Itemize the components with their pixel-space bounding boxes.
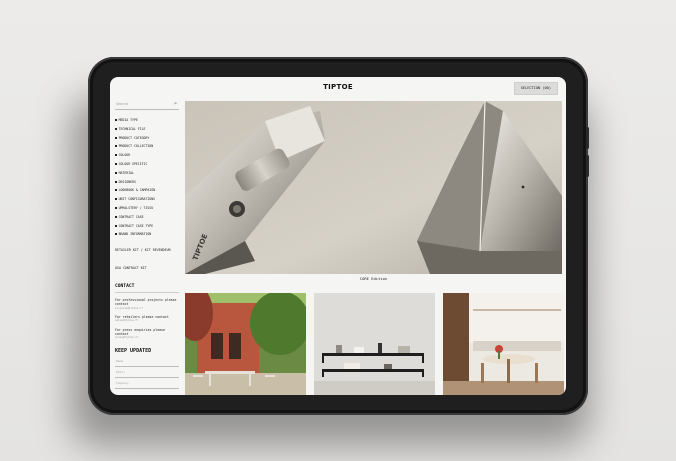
filter-item[interactable]: TECHNICAL FILE: [115, 125, 179, 134]
search-placeholder: Search: [116, 102, 129, 106]
contact-title: CONTACT: [115, 284, 135, 290]
tablet-device: TIPTOE SELECTION (00) Search ⌕ MEDIA TYP…: [88, 57, 589, 415]
volume-button: [586, 155, 589, 177]
bullet-icon: [115, 154, 117, 157]
newsletter-title: KEEP UPDATED: [115, 348, 152, 355]
divider: [115, 292, 179, 294]
filter-item[interactable]: COLOUR: [115, 151, 179, 160]
scene: TIPTOE SELECTION (00) Search ⌕ MEDIA TYP…: [0, 0, 676, 461]
filter-item[interactable]: CONTRACT CASE TYPE: [115, 222, 179, 231]
bullet-icon: [115, 127, 117, 130]
search-icon[interactable]: ⌕: [174, 101, 177, 107]
email-field[interactable]: Email: [115, 369, 179, 379]
thumbnail-dining[interactable]: [443, 293, 564, 395]
dining-scene: [443, 293, 564, 395]
bullet-icon: [115, 145, 117, 148]
hero-product-illustration: TIPTOE: [185, 101, 562, 274]
filter-item[interactable]: CONTRACT CASE: [115, 213, 179, 222]
company-field[interactable]: Company: [115, 380, 179, 390]
bullet-icon: [115, 180, 117, 183]
bullet-icon: [115, 224, 117, 227]
sidebar: Search ⌕ MEDIA TYPE TECHNICAL FILE PRODU…: [115, 101, 179, 395]
bullet-icon: [115, 198, 117, 201]
bullet-icon: [115, 162, 117, 165]
filter-item[interactable]: PRODUCT COLLECTION: [115, 142, 179, 151]
contact-email-link[interactable]: projects@tiptoe.fr: [115, 307, 179, 310]
contact-email-link[interactable]: sales@tiptoe.fr: [115, 319, 179, 322]
contact-label: For professional projects please contact: [115, 298, 177, 307]
contract-kit-link[interactable]: USA CONTRACT KIT: [115, 266, 179, 270]
filter-list: MEDIA TYPE TECHNICAL FILE PRODUCT CATEGO…: [115, 116, 179, 239]
tablet-screen: TIPTOE SELECTION (00) Search ⌕ MEDIA TYP…: [110, 77, 566, 395]
thumbnail-shelves[interactable]: [314, 293, 435, 395]
contact-label: For press enquiries please contact: [115, 327, 165, 336]
contact-email-link[interactable]: press@tiptoe.fr: [115, 336, 179, 339]
bullet-icon: [115, 136, 117, 139]
filter-item[interactable]: BRAND INFORMATION: [115, 230, 179, 239]
top-bar: TIPTOE SELECTION (00): [110, 77, 566, 99]
bullet-icon: [115, 171, 117, 174]
selection-button[interactable]: SELECTION (00): [513, 82, 558, 95]
search-input[interactable]: Search ⌕: [115, 101, 179, 110]
filter-item[interactable]: COLOUR SPECIFIC: [115, 160, 179, 169]
thumbnail-grid: [185, 293, 566, 395]
name-field[interactable]: Name: [115, 358, 179, 368]
brand-logo[interactable]: TIPTOE: [110, 83, 566, 91]
filter-item[interactable]: PRODUCT CATEGORY: [115, 134, 179, 143]
filter-item[interactable]: UPHOLSTERY / TISSU: [115, 204, 179, 213]
hero-image[interactable]: TIPTOE: [185, 101, 562, 274]
hero-caption: CORE Edition: [359, 276, 388, 281]
filter-item[interactable]: UNIT CONFIGURATIONS: [115, 195, 179, 204]
bullet-icon: [115, 206, 117, 209]
contact-block: For professional projects please contact…: [115, 298, 179, 310]
filter-item[interactable]: DESIGNERS: [115, 178, 179, 187]
contact-block: For retailers please contact sales@tipto…: [115, 315, 179, 323]
contact-block: For press enquiries please contact press…: [115, 328, 179, 340]
shelves-scene: [314, 293, 435, 395]
bullet-icon: [115, 119, 117, 121]
bullet-icon: [115, 233, 117, 236]
filter-item[interactable]: MATERIAL: [115, 169, 179, 178]
bullet-icon: [115, 189, 117, 192]
thumbnail-garden[interactable]: [185, 293, 306, 395]
bullet-icon: [115, 215, 117, 218]
filter-item[interactable]: MEDIA TYPE: [115, 116, 179, 125]
filter-item[interactable]: LOOKBOOK & CAMPAIGN: [115, 186, 179, 195]
retailer-kit-link[interactable]: RETAILER KIT / KIT REVENDEUR: [115, 248, 179, 252]
garden-scene: [185, 293, 306, 395]
volume-button: [586, 127, 589, 149]
